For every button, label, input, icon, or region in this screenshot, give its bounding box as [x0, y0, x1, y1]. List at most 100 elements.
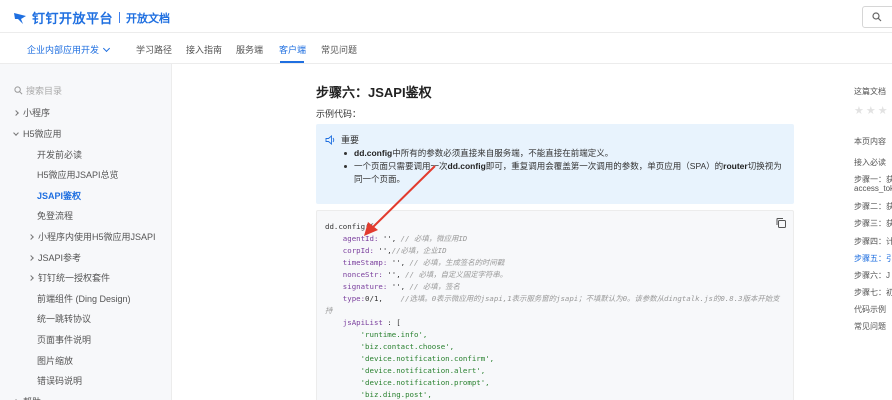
sidebar-search-placeholder: 搜索目录	[26, 86, 63, 96]
code-comment: //选填。0表示微应用的jsapi,1表示服务窗的jsapi；不填默认为0。该参…	[382, 294, 780, 303]
doc-feedback-label: 这篇文档	[854, 87, 886, 96]
sidebar-search[interactable]: 搜索目录	[14, 84, 62, 97]
chevron-down-icon	[13, 130, 19, 136]
nav-item-enterprise-dev[interactable]: 企业内部应用开发	[27, 43, 111, 56]
code-comment: 持	[325, 306, 333, 315]
sidebar-item-jsapi-overview[interactable]: H5微应用JSAPI总览	[37, 168, 119, 181]
nav-item-learning-path[interactable]: 学习路径	[136, 43, 172, 56]
sidebar-item-label: 小程序	[23, 108, 51, 118]
notice-heading-text: 重要	[341, 135, 360, 145]
dingtalk-logo-icon	[14, 12, 26, 24]
example-code-label: 示例代码：	[316, 109, 362, 119]
chevron-right-icon	[28, 255, 34, 261]
nav-item-server[interactable]: 服务端	[236, 43, 263, 56]
sidebar-item-page-events[interactable]: 页面事件说明	[37, 333, 91, 346]
notice-text: 即可，重复调用会覆盖第一次调用的参数，单页应用（SPA）的	[485, 161, 724, 171]
sidebar-item-pre-read[interactable]: 开发前必读	[37, 148, 82, 161]
sidebar-item-jump-protocol[interactable]: 统一跳转协议	[37, 312, 91, 325]
sidebar-item-label: JSAPI参考	[38, 253, 82, 263]
chevron-right-icon	[28, 275, 34, 281]
sidebar: 搜索目录 小程序 H5微应用 开发前必读 H5微应用JSAPI总览 JSAPI鉴…	[0, 64, 172, 400]
notice-keyword: dd.config	[354, 148, 393, 158]
chevron-down-icon	[102, 44, 111, 53]
code-comment: //必填，企业ID	[391, 246, 447, 255]
toc-item[interactable]: 步骤七：初	[854, 287, 892, 298]
notice-item: dd.config中所有的参数必须直接来自服务端，不能直接在前端定义。	[342, 147, 788, 160]
toc-item-active[interactable]: 步骤五：引	[854, 253, 892, 264]
sidebar-item-mini-program[interactable]: 小程序	[13, 106, 51, 119]
code-value: '',	[382, 270, 401, 279]
search-input[interactable]	[862, 6, 892, 28]
notice-text: 中所有的参数必须直接来自服务端，不能直接在前端定义。	[392, 148, 614, 158]
sidebar-item-label: H5微应用	[23, 129, 62, 139]
notice-heading: 重要	[325, 133, 359, 146]
nav-bar: 企业内部应用开发 学习路径 接入指南 服务端 客户端 常见问题	[0, 33, 892, 64]
nav-item-access-guide[interactable]: 接入指南	[186, 43, 222, 56]
search-icon	[872, 12, 882, 22]
toc-item[interactable]: 常见问题	[854, 321, 886, 332]
chevron-right-icon	[13, 110, 19, 116]
star-icon[interactable]: ★	[866, 104, 876, 117]
code-string: 'biz.ding.post',	[325, 390, 432, 399]
code-value: 0/1,	[365, 294, 383, 303]
nav-item-label: 企业内部应用开发	[27, 45, 100, 55]
logo[interactable]: 钉钉开放平台 开放文档	[12, 8, 170, 27]
sidebar-item-jsapi-auth[interactable]: JSAPI鉴权	[37, 189, 81, 202]
logo-divider	[119, 12, 121, 23]
sidebar-item-label: 钉钉统一授权套件	[38, 273, 111, 283]
rating-stars[interactable]: ★ ★ ★	[854, 104, 890, 117]
notice-keyword: router	[723, 161, 748, 171]
sidebar-item-auth-suite[interactable]: 钉钉统一授权套件	[28, 271, 111, 284]
code-key: corpId:	[325, 246, 374, 255]
nav-active-indicator	[280, 61, 304, 63]
toc-item[interactable]: 步骤六：J	[854, 270, 890, 281]
sidebar-item-label: 小程序内使用H5微应用JSAPI	[38, 232, 156, 242]
sidebar-item-help[interactable]: 帮助	[13, 395, 41, 400]
sidebar-item-error-codes[interactable]: 错误码说明	[37, 374, 82, 387]
sidebar-item-h5-app[interactable]: H5微应用	[13, 127, 62, 140]
top-header: 钉钉开放平台 开放文档	[0, 0, 892, 33]
speaker-icon	[325, 134, 335, 145]
sidebar-item-ding-design[interactable]: 前端组件 (Ding Design)	[37, 292, 131, 305]
code-key: timeStamp:	[325, 258, 388, 267]
nav-item-faq[interactable]: 常见问题	[321, 43, 357, 56]
right-panel: 这篇文档 ★ ★ ★ 本页内容 接入必读 步骤一：获 access_tok 步骤…	[852, 64, 892, 400]
toc-item[interactable]: 接入必读	[854, 157, 886, 168]
toc-item[interactable]: 步骤四：计	[854, 236, 892, 247]
sidebar-item-jsapi-reference[interactable]: JSAPI参考	[28, 251, 82, 264]
code-key: jsApiList	[325, 318, 383, 327]
notice-keyword: dd.config	[447, 161, 486, 171]
code-value: '',	[387, 258, 406, 267]
code-key: type:	[325, 294, 366, 303]
code-value: : [	[382, 318, 401, 327]
code-value: '',	[373, 246, 392, 255]
toc-title: 本页内容	[854, 137, 886, 146]
sidebar-item-h5-in-mini-program[interactable]: 小程序内使用H5微应用JSAPI	[28, 230, 156, 243]
toc-item[interactable]: access_tok	[854, 184, 892, 193]
logo-text: 钉钉开放平台	[32, 11, 114, 26]
code-comment: // 必填，签名	[405, 282, 460, 291]
sidebar-item-login-flow[interactable]: 免登流程	[37, 209, 73, 222]
page-title: 步骤六：JSAPI鉴权	[316, 85, 432, 100]
chevron-right-icon	[28, 234, 34, 240]
code-comment: // 必填，自定义固定字符串。	[400, 270, 508, 279]
sidebar-item-image-zoom[interactable]: 图片缩放	[37, 354, 73, 367]
code-comment: // 必填，生成签名的时间戳	[405, 258, 505, 267]
code-string: 'runtime.info',	[325, 330, 428, 339]
star-icon[interactable]: ★	[854, 104, 864, 117]
logo-subtitle: 开放文档	[126, 12, 171, 25]
code-string: 'device.notification.prompt',	[325, 378, 490, 387]
code-content: dd.config({ agentId: '', // 必填，微应用ID cor…	[325, 221, 780, 400]
code-string: 'device.notification.confirm',	[325, 354, 495, 363]
code-string: 'device.notification.alert',	[325, 366, 486, 375]
code-value: '',	[387, 282, 406, 291]
search-icon	[14, 86, 23, 95]
toc-item[interactable]: 代码示例	[854, 304, 886, 315]
nav-item-client[interactable]: 客户端	[279, 43, 306, 56]
code-key: signature:	[325, 282, 388, 291]
toc-item[interactable]: 步骤三：获	[854, 218, 892, 229]
code-string: 'biz.contact.choose',	[325, 342, 455, 351]
star-icon[interactable]: ★	[878, 104, 888, 117]
code-key: nonceStr:	[325, 270, 383, 279]
toc-item[interactable]: 步骤二：获	[854, 201, 892, 212]
